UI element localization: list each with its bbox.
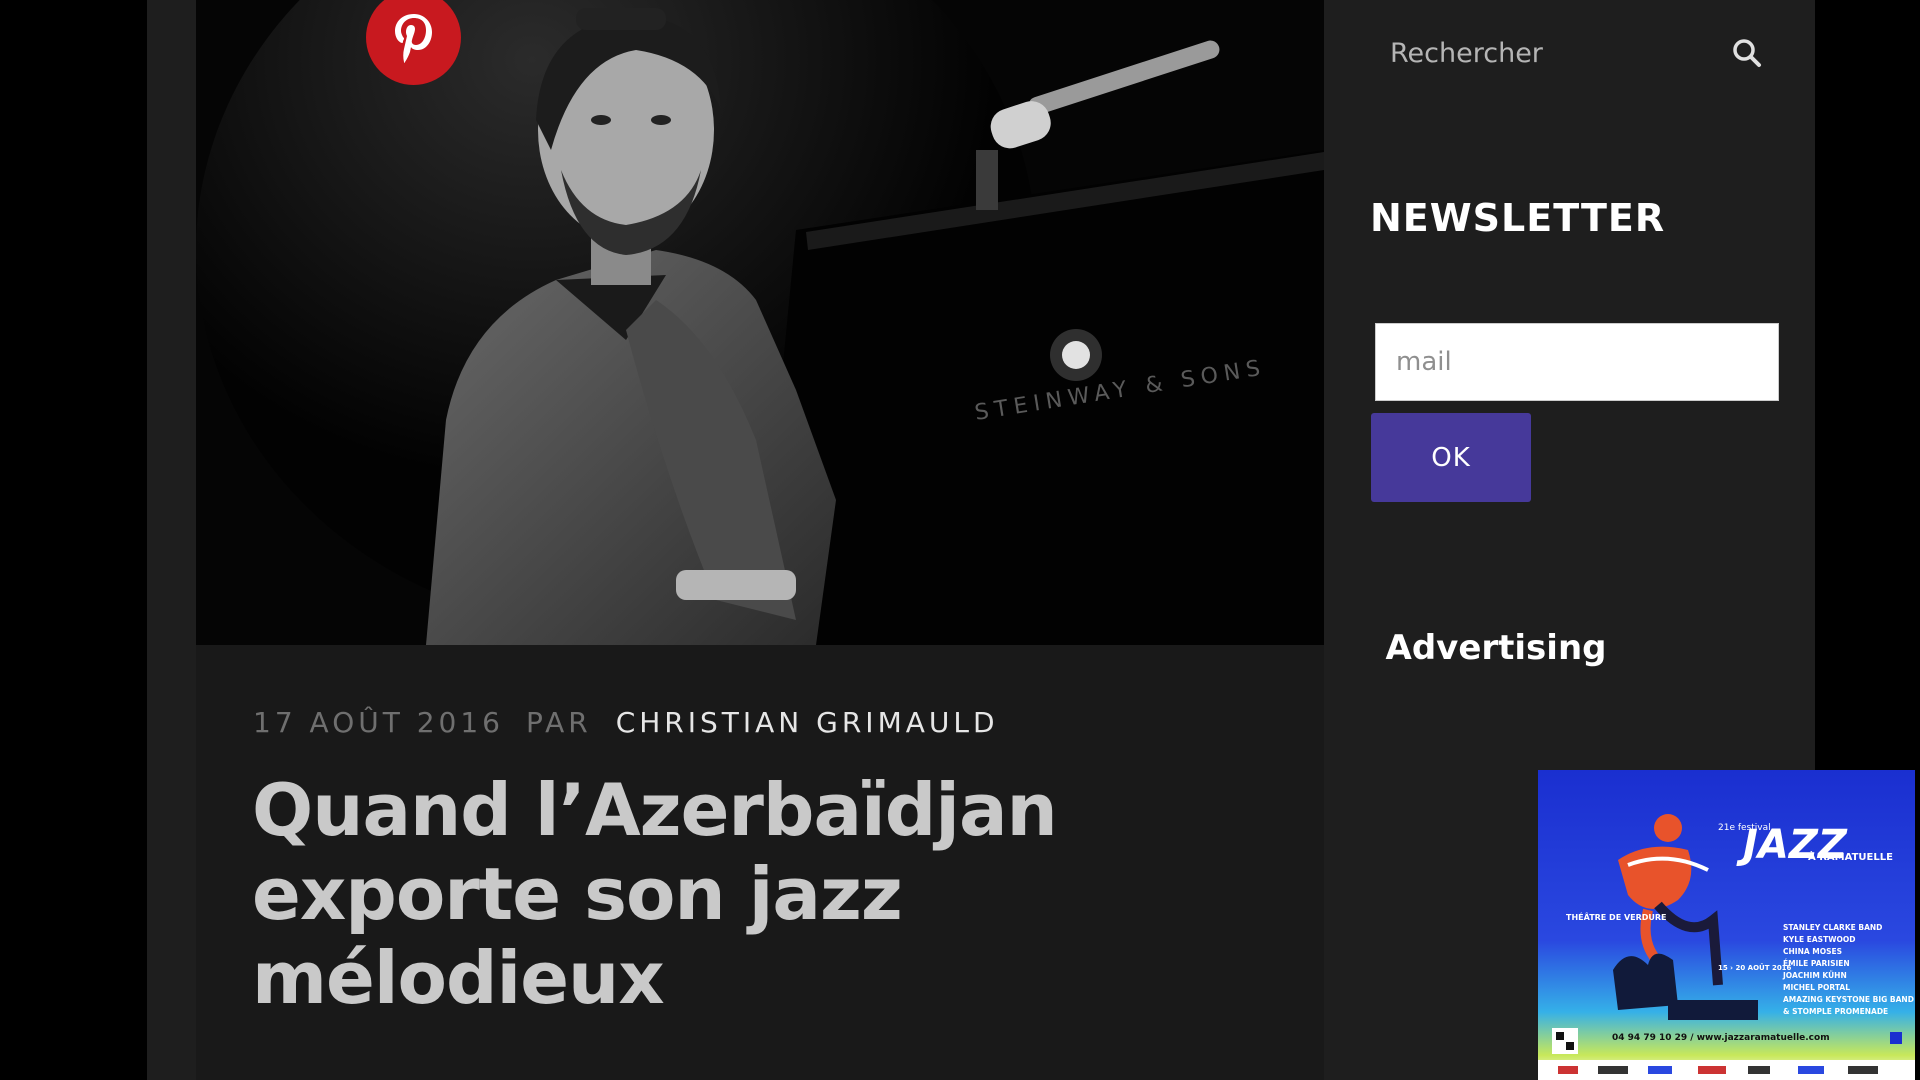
poster-lineup-item: STANLEY CLARKE BAND xyxy=(1783,923,1882,932)
poster-lineup-item: MICHEL PORTAL xyxy=(1783,983,1850,992)
poster-lineup-item: AMAZING KEYSTONE BIG BAND xyxy=(1783,995,1914,1004)
search-icon xyxy=(1733,39,1761,67)
poster-contact: 04 94 79 10 29 / www.jazzaramatuelle.com xyxy=(1612,1033,1830,1043)
poster-edition: 21e festival xyxy=(1718,823,1771,833)
article-date: 17 AOÛT 2016 xyxy=(253,706,504,739)
poster-lineup-item: ÉMILE PARISIEN xyxy=(1783,959,1850,968)
poster-lineup-item: & STOMPLE PROMENADE xyxy=(1783,1007,1888,1016)
jazz-festival-poster: JAZZ 21e festival À RAMATUELLE THÉÂTRE D… xyxy=(1538,770,1915,1080)
pinterest-icon xyxy=(394,13,432,63)
poster-dates: 15 › 20 AOÛT 2016 xyxy=(1718,963,1792,972)
article-meta: 17 AOÛT 2016 PAR CHRISTIAN GRIMAULD xyxy=(253,706,999,739)
page: STEINWAY & SONS 17 AOÛT 2016 PAR CHRISTI… xyxy=(147,0,1915,1080)
poster-venue: THÉÂTRE DE VERDURE xyxy=(1566,911,1667,922)
newsletter-email-input[interactable] xyxy=(1375,323,1779,401)
advertising-title: Advertising xyxy=(1385,628,1607,668)
facebook-icon xyxy=(1890,1032,1902,1044)
sidebar: NEWSLETTER OK Advertising xyxy=(1324,0,1915,1080)
article-by-label: PAR xyxy=(526,706,592,739)
newsletter-ok-button[interactable]: OK xyxy=(1371,413,1531,502)
hero-image: STEINWAY & SONS xyxy=(196,0,1324,645)
poster-location: À RAMATUELLE xyxy=(1808,850,1893,863)
advertising-banner[interactable]: JAZZ 21e festival À RAMATUELLE THÉÂTRE D… xyxy=(1538,770,1915,1080)
search-form xyxy=(1390,18,1762,88)
article-author-link[interactable]: CHRISTIAN GRIMAULD xyxy=(616,706,999,739)
article-main: STEINWAY & SONS 17 AOÛT 2016 PAR CHRISTI… xyxy=(196,0,1324,1080)
poster-lineup-item: CHINA MOSES xyxy=(1783,947,1842,956)
pianist-photo: STEINWAY & SONS xyxy=(196,0,1324,645)
newsletter-title: NEWSLETTER xyxy=(1370,196,1666,240)
qr-code-icon xyxy=(1552,1028,1578,1054)
search-button[interactable] xyxy=(1732,33,1762,73)
article-title[interactable]: Quand l’Azerbaïdjan exporte son jazz mél… xyxy=(252,768,1152,1020)
poster-lineup-item: JOACHIM KÜHN xyxy=(1782,971,1847,980)
poster-lineup-item: KYLE EASTWOOD xyxy=(1783,935,1855,944)
search-input[interactable] xyxy=(1390,37,1732,69)
